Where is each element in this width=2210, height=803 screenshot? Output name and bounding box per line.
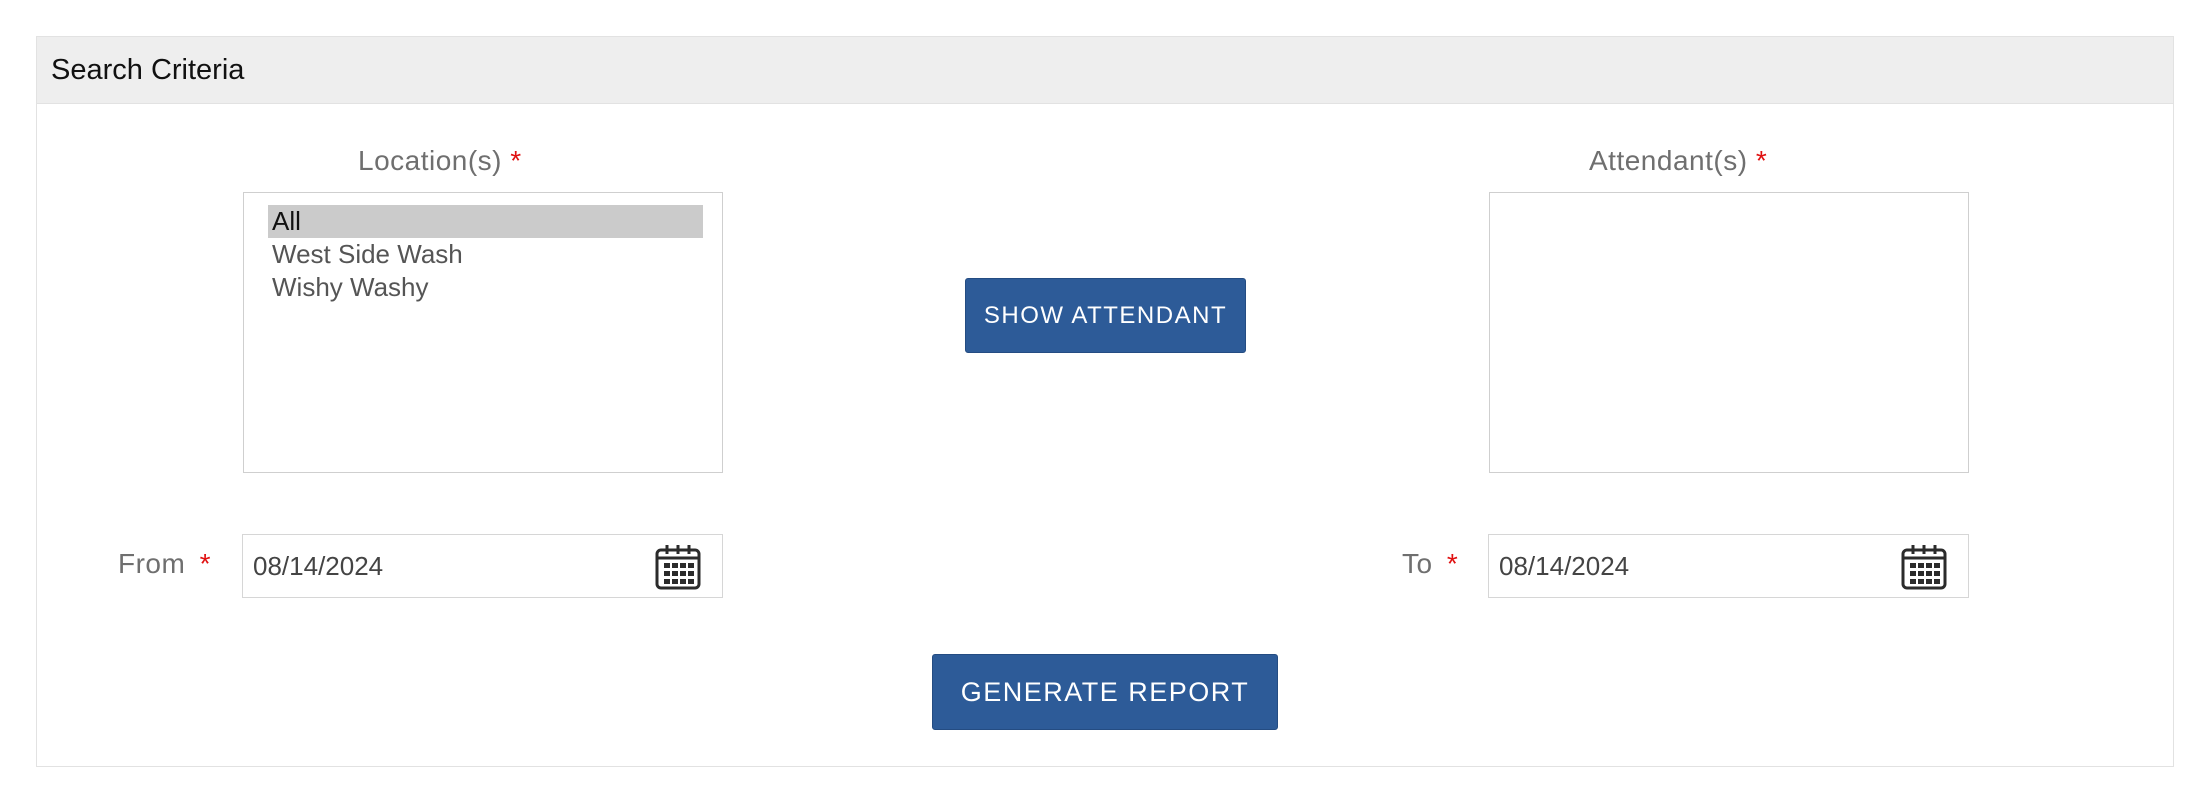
to-date-field[interactable]: 08/14/2024	[1488, 534, 1969, 598]
from-label-text: From	[118, 548, 186, 579]
to-label: To *	[1402, 548, 1458, 580]
attendants-listbox[interactable]	[1489, 192, 1969, 473]
locations-label: Location(s) *	[358, 145, 522, 177]
from-label: From *	[118, 548, 211, 580]
locations-required-mark: *	[510, 145, 522, 176]
attendants-required-mark: *	[1755, 145, 1768, 176]
show-attendant-button-label: SHOW ATTENDANT	[983, 301, 1228, 329]
to-required-mark: *	[1446, 548, 1459, 579]
locations-label-text: Location(s)	[358, 145, 503, 176]
show-attendant-button[interactable]: SHOW ATTENDANT	[965, 278, 1246, 353]
locations-listbox[interactable]: All West Side Wash Wishy Washy	[243, 192, 723, 473]
from-date-field[interactable]: 08/14/2024	[242, 534, 723, 598]
attendants-label: Attendant(s) *	[1589, 145, 1767, 177]
location-option-wishy-washy[interactable]: Wishy Washy	[268, 271, 703, 304]
calendar-icon[interactable]	[654, 543, 702, 591]
from-required-mark: *	[199, 548, 212, 579]
panel-header: Search Criteria	[37, 37, 2173, 104]
location-option-west-side-wash[interactable]: West Side Wash	[268, 238, 703, 271]
to-label-text: To	[1402, 548, 1433, 579]
attendants-label-text: Attendant(s)	[1589, 145, 1748, 176]
calendar-icon[interactable]	[1900, 543, 1948, 591]
to-date-value: 08/14/2024	[1499, 551, 1630, 581]
location-option-all[interactable]: All	[268, 205, 703, 238]
from-date-value: 08/14/2024	[253, 551, 384, 581]
generate-report-button-label: GENERATE REPORT	[960, 676, 1250, 707]
generate-report-button[interactable]: GENERATE REPORT	[932, 654, 1278, 730]
panel-title: Search Criteria	[51, 53, 245, 86]
